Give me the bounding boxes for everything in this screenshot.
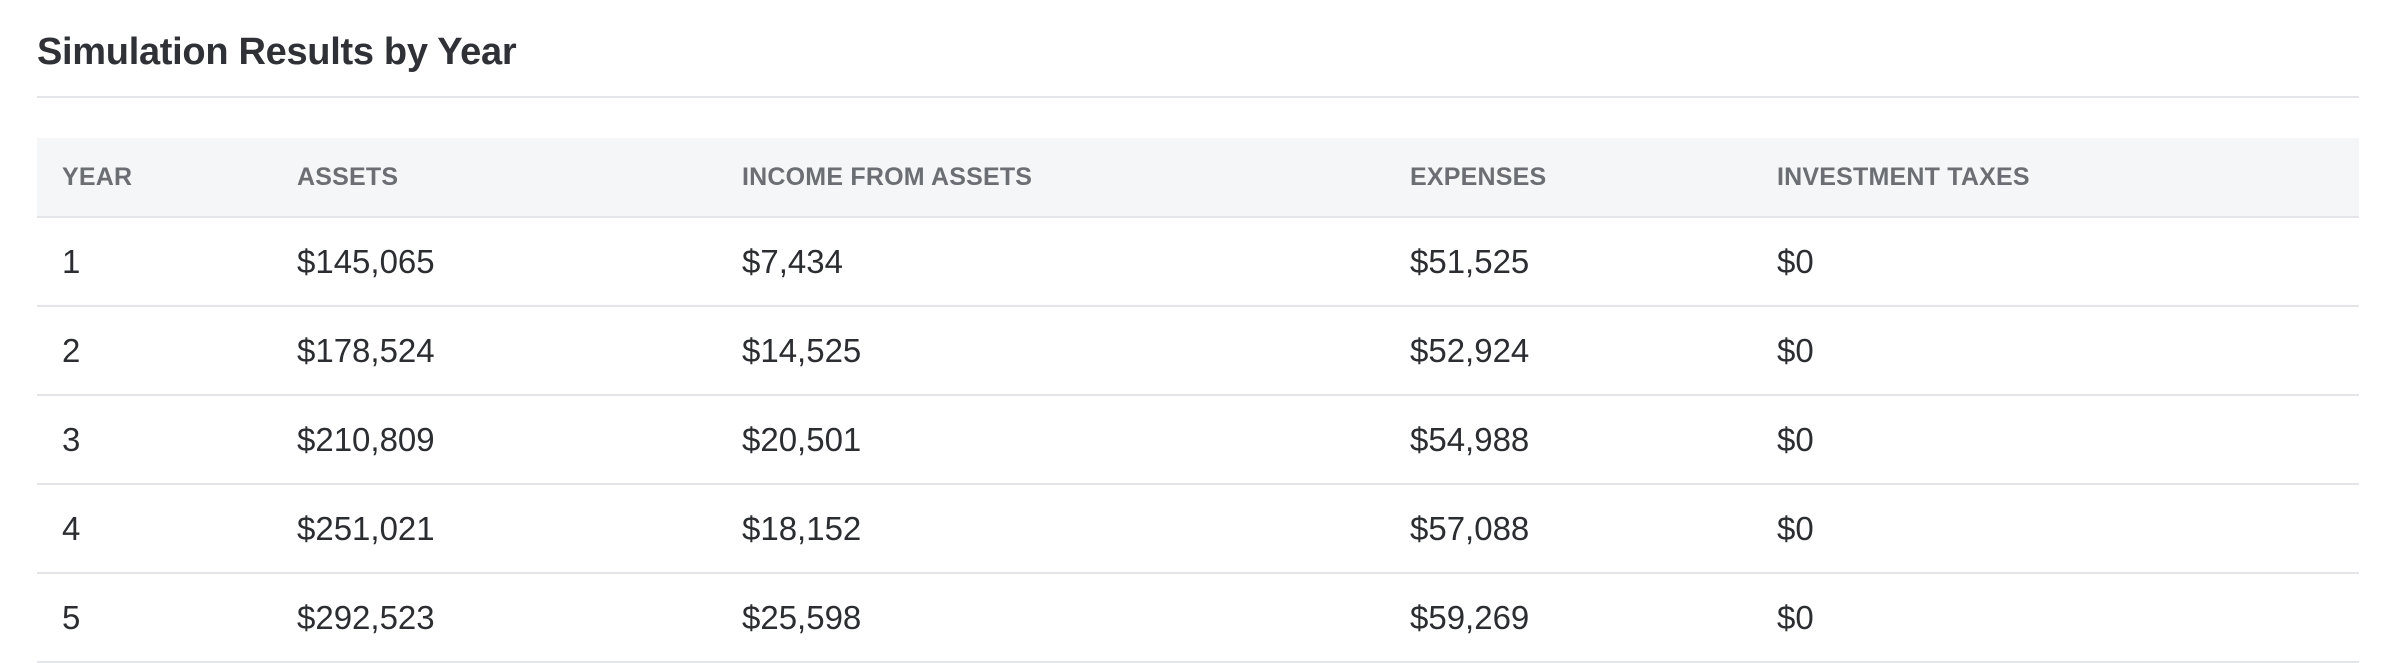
table-row: 3 $210,809 $20,501 $54,988 $0 [37,395,2359,485]
cell-investment-taxes: $0 [1752,573,2359,663]
table-row: 4 $251,021 $18,152 $57,088 $0 [37,484,2359,574]
cell-income-from-assets: $14,525 [717,306,1385,396]
cell-year: 1 [37,217,272,307]
cell-investment-taxes: $0 [1752,306,2359,396]
table-row: 5 $292,523 $25,598 $59,269 $0 [37,573,2359,663]
table-row: 2 $178,524 $14,525 $52,924 $0 [37,306,2359,396]
column-header-year: YEAR [37,138,272,218]
title-divider [37,96,2359,98]
cell-assets: $178,524 [272,306,717,396]
cell-income-from-assets: $25,598 [717,573,1385,663]
cell-year: 3 [37,395,272,485]
cell-investment-taxes: $0 [1752,484,2359,574]
cell-expenses: $54,988 [1385,395,1752,485]
cell-year: 2 [37,306,272,396]
column-header-assets: ASSETS [272,138,717,218]
section-title: Simulation Results by Year [37,31,517,73]
cell-expenses: $52,924 [1385,306,1752,396]
cell-assets: $292,523 [272,573,717,663]
cell-expenses: $51,525 [1385,217,1752,307]
table-header-row: YEAR ASSETS INCOME FROM ASSETS EXPENSES … [37,138,2359,218]
results-table: YEAR ASSETS INCOME FROM ASSETS EXPENSES … [37,138,2359,663]
cell-investment-taxes: $0 [1752,395,2359,485]
column-header-investment-taxes: INVESTMENT TAXES [1752,138,2359,218]
cell-year: 4 [37,484,272,574]
cell-assets: $145,065 [272,217,717,307]
cell-income-from-assets: $18,152 [717,484,1385,574]
cell-expenses: $57,088 [1385,484,1752,574]
cell-year: 5 [37,573,272,663]
table-row: 1 $145,065 $7,434 $51,525 $0 [37,217,2359,307]
cell-assets: $210,809 [272,395,717,485]
cell-expenses: $59,269 [1385,573,1752,663]
cell-income-from-assets: $7,434 [717,217,1385,307]
column-header-expenses: EXPENSES [1385,138,1752,218]
cell-income-from-assets: $20,501 [717,395,1385,485]
column-header-income-from-assets: INCOME FROM ASSETS [717,138,1385,218]
cell-investment-taxes: $0 [1752,217,2359,307]
cell-assets: $251,021 [272,484,717,574]
simulation-results-panel: Simulation Results by Year YEAR ASSETS I… [37,0,2359,663]
